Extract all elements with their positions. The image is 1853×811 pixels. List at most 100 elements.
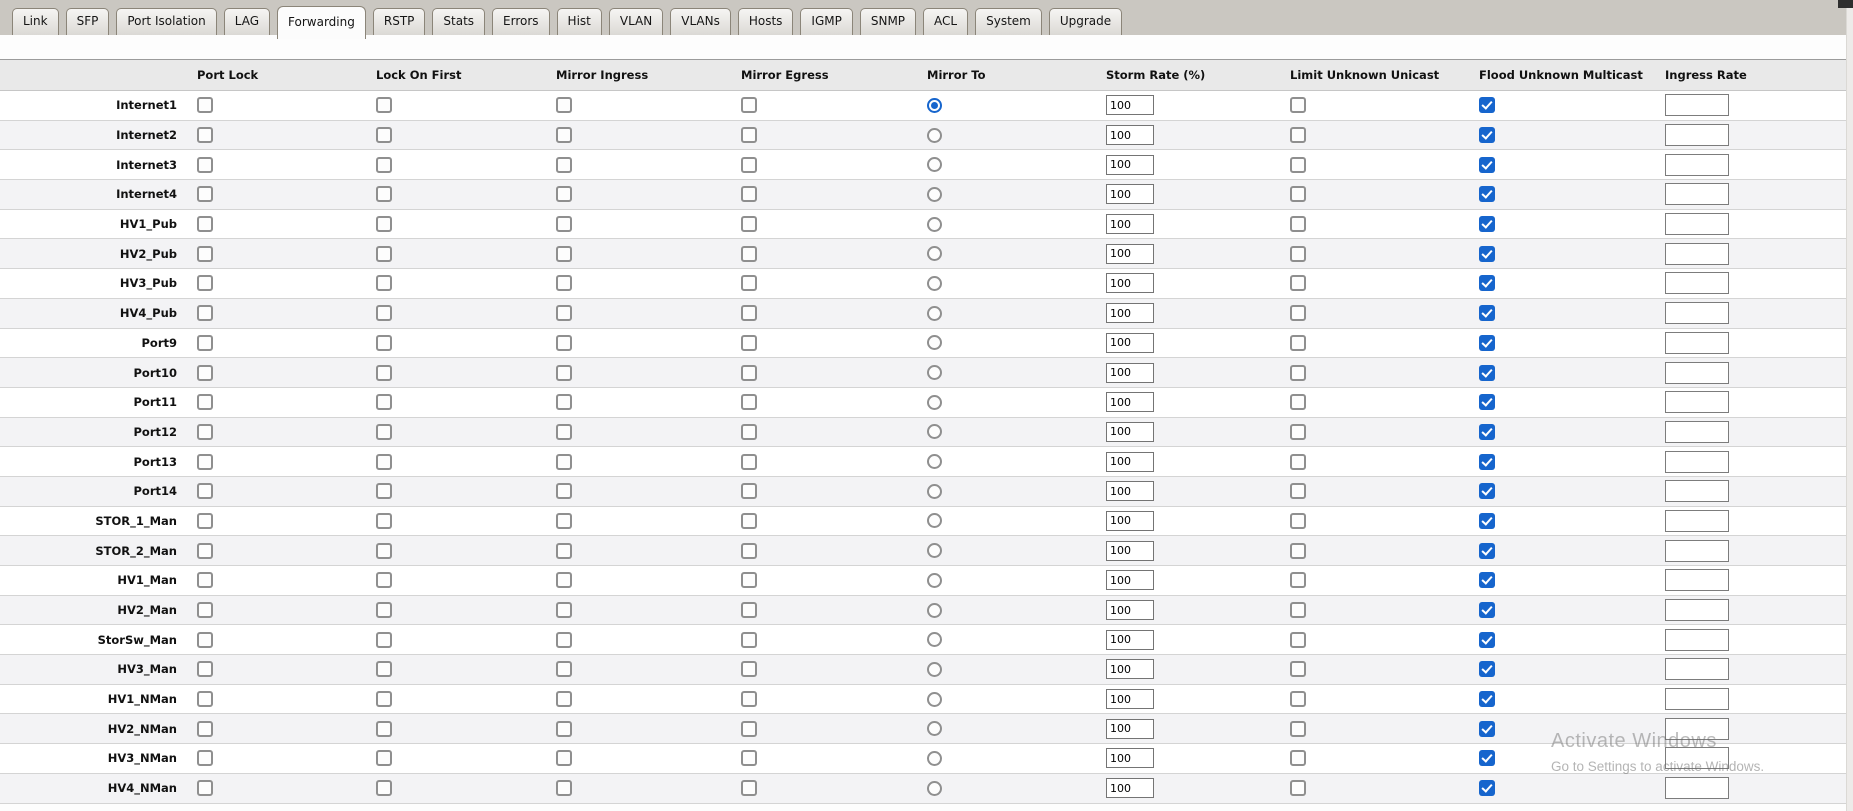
tab-hosts[interactable]: Hosts (737, 8, 794, 35)
mirror-egress-checkbox[interactable] (741, 780, 757, 797)
mirror-ingress-checkbox[interactable] (556, 245, 572, 262)
mirror-egress-checkbox[interactable] (741, 512, 757, 529)
tab-igmp[interactable]: IGMP (800, 8, 853, 35)
lock-on-first-checkbox[interactable] (376, 275, 392, 292)
mirror-egress-checkbox[interactable] (741, 216, 757, 233)
storm-rate-input[interactable] (1106, 689, 1154, 710)
port-lock-checkbox[interactable] (197, 186, 213, 203)
flood-unknown-multicast-checkbox[interactable] (1479, 245, 1495, 262)
limit-unknown-unicast-checkbox[interactable] (1290, 364, 1306, 381)
flood-unknown-multicast-checkbox[interactable] (1479, 423, 1495, 440)
port-lock-checkbox[interactable] (197, 780, 213, 797)
limit-unknown-unicast-checkbox[interactable] (1290, 661, 1306, 678)
mirror-to-radio[interactable] (927, 335, 942, 351)
ingress-rate-input[interactable] (1665, 153, 1729, 176)
lock-on-first-checkbox[interactable] (376, 394, 392, 411)
mirror-ingress-checkbox[interactable] (556, 483, 572, 500)
mirror-egress-checkbox[interactable] (741, 483, 757, 500)
storm-rate-input[interactable] (1106, 95, 1154, 116)
flood-unknown-multicast-checkbox[interactable] (1479, 334, 1495, 351)
mirror-ingress-checkbox[interactable] (556, 542, 572, 559)
mirror-to-radio[interactable] (927, 691, 942, 707)
port-lock-checkbox[interactable] (197, 394, 213, 411)
mirror-egress-checkbox[interactable] (741, 245, 757, 262)
lock-on-first-checkbox[interactable] (376, 631, 392, 648)
flood-unknown-multicast-checkbox[interactable] (1479, 453, 1495, 470)
flood-unknown-multicast-checkbox[interactable] (1479, 156, 1495, 173)
port-lock-checkbox[interactable] (197, 720, 213, 737)
mirror-ingress-checkbox[interactable] (556, 631, 572, 648)
ingress-rate-input[interactable] (1665, 183, 1729, 206)
mirror-ingress-checkbox[interactable] (556, 572, 572, 589)
flood-unknown-multicast-checkbox[interactable] (1479, 216, 1495, 233)
mirror-egress-checkbox[interactable] (741, 156, 757, 173)
mirror-to-radio[interactable] (927, 97, 942, 113)
lock-on-first-checkbox[interactable] (376, 483, 392, 500)
mirror-ingress-checkbox[interactable] (556, 453, 572, 470)
limit-unknown-unicast-checkbox[interactable] (1290, 97, 1306, 114)
tab-link[interactable]: Link (12, 8, 59, 35)
mirror-to-radio[interactable] (927, 602, 942, 618)
ingress-rate-input[interactable] (1665, 480, 1729, 503)
flood-unknown-multicast-checkbox[interactable] (1479, 572, 1495, 589)
tab-system[interactable]: System (975, 8, 1042, 35)
flood-unknown-multicast-checkbox[interactable] (1479, 542, 1495, 559)
mirror-egress-checkbox[interactable] (741, 275, 757, 292)
storm-rate-input[interactable] (1106, 332, 1154, 353)
limit-unknown-unicast-checkbox[interactable] (1290, 750, 1306, 767)
port-lock-checkbox[interactable] (197, 542, 213, 559)
flood-unknown-multicast-checkbox[interactable] (1479, 691, 1495, 708)
ingress-rate-input[interactable] (1665, 688, 1729, 711)
storm-rate-input[interactable] (1106, 392, 1154, 413)
storm-rate-input[interactable] (1106, 273, 1154, 294)
flood-unknown-multicast-checkbox[interactable] (1479, 483, 1495, 500)
ingress-rate-input[interactable] (1665, 658, 1729, 681)
tab-hist[interactable]: Hist (556, 8, 602, 35)
ingress-rate-input[interactable] (1665, 391, 1729, 414)
port-lock-checkbox[interactable] (197, 275, 213, 292)
ingress-rate-input[interactable] (1665, 213, 1729, 236)
ingress-rate-input[interactable] (1665, 450, 1729, 473)
mirror-to-radio[interactable] (927, 483, 942, 499)
limit-unknown-unicast-checkbox[interactable] (1290, 453, 1306, 470)
flood-unknown-multicast-checkbox[interactable] (1479, 512, 1495, 529)
mirror-ingress-checkbox[interactable] (556, 364, 572, 381)
ingress-rate-input[interactable] (1665, 599, 1729, 622)
scrollbar-track[interactable] (1846, 8, 1853, 811)
ingress-rate-input[interactable] (1665, 331, 1729, 354)
lock-on-first-checkbox[interactable] (376, 661, 392, 678)
flood-unknown-multicast-checkbox[interactable] (1479, 275, 1495, 292)
storm-rate-input[interactable] (1106, 451, 1154, 472)
lock-on-first-checkbox[interactable] (376, 780, 392, 797)
storm-rate-input[interactable] (1106, 600, 1154, 621)
mirror-to-radio[interactable] (927, 424, 942, 440)
lock-on-first-checkbox[interactable] (376, 572, 392, 589)
mirror-ingress-checkbox[interactable] (556, 661, 572, 678)
mirror-to-radio[interactable] (927, 275, 942, 291)
mirror-egress-checkbox[interactable] (741, 572, 757, 589)
mirror-to-radio[interactable] (927, 186, 942, 202)
flood-unknown-multicast-checkbox[interactable] (1479, 750, 1495, 767)
limit-unknown-unicast-checkbox[interactable] (1290, 780, 1306, 797)
storm-rate-input[interactable] (1106, 243, 1154, 264)
ingress-rate-input[interactable] (1665, 777, 1729, 800)
ingress-rate-input[interactable] (1665, 717, 1729, 740)
port-lock-checkbox[interactable] (197, 364, 213, 381)
mirror-ingress-checkbox[interactable] (556, 275, 572, 292)
limit-unknown-unicast-checkbox[interactable] (1290, 334, 1306, 351)
lock-on-first-checkbox[interactable] (376, 750, 392, 767)
limit-unknown-unicast-checkbox[interactable] (1290, 512, 1306, 529)
limit-unknown-unicast-checkbox[interactable] (1290, 542, 1306, 559)
mirror-egress-checkbox[interactable] (741, 394, 757, 411)
port-lock-checkbox[interactable] (197, 216, 213, 233)
ingress-rate-input[interactable] (1665, 302, 1729, 325)
tab-snmp[interactable]: SNMP (859, 8, 917, 35)
lock-on-first-checkbox[interactable] (376, 453, 392, 470)
mirror-ingress-checkbox[interactable] (556, 750, 572, 767)
storm-rate-input[interactable] (1106, 362, 1154, 383)
ingress-rate-input[interactable] (1665, 124, 1729, 147)
lock-on-first-checkbox[interactable] (376, 127, 392, 144)
lock-on-first-checkbox[interactable] (376, 216, 392, 233)
port-lock-checkbox[interactable] (197, 572, 213, 589)
limit-unknown-unicast-checkbox[interactable] (1290, 127, 1306, 144)
